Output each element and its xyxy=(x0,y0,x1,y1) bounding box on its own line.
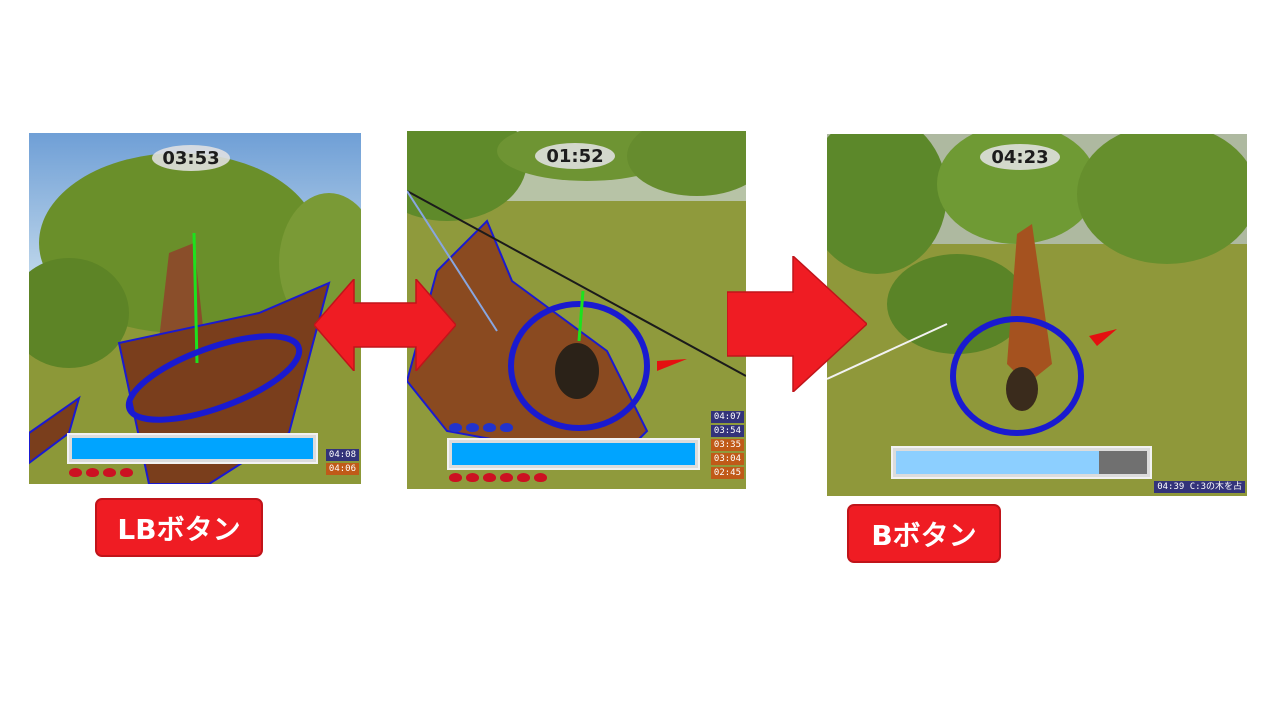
gauge-fill xyxy=(452,443,695,465)
gauge-bar xyxy=(891,446,1152,479)
game-scene-3 xyxy=(827,134,1247,496)
spider-mark-icon xyxy=(500,423,513,432)
spider-mark-icon xyxy=(69,468,82,477)
spider-mark-icon xyxy=(86,468,99,477)
lb-button-label: LBボタン xyxy=(95,498,263,557)
game-scene-1 xyxy=(29,133,361,484)
enemy-marks xyxy=(449,473,547,482)
game-scene-2 xyxy=(407,131,746,489)
ally-marks xyxy=(449,423,513,432)
countdown-timer: 01:52 xyxy=(535,143,615,169)
spider-mark-icon xyxy=(466,473,479,482)
countdown-timer: 04:23 xyxy=(980,144,1060,170)
log-entry: 04:06 xyxy=(325,463,359,475)
spider-mark-icon xyxy=(483,423,496,432)
spider-mark-icon xyxy=(517,473,530,482)
spider-mark-icon xyxy=(120,468,133,477)
log-entry: 03:54 xyxy=(710,425,744,437)
log-entry: 04:07 xyxy=(710,411,744,423)
event-log: 04:07 03:54 03:35 03:04 02:45 xyxy=(710,411,744,479)
spider-mark-icon xyxy=(449,473,462,482)
event-log: 04:08 04:06 xyxy=(325,449,359,475)
spider-mark-icon xyxy=(103,468,116,477)
enemy-marks xyxy=(69,468,133,477)
screenshot-panel-1: 03:53 04:08 04:06 xyxy=(29,133,361,484)
log-entry: 03:35 xyxy=(710,439,744,451)
log-entry: 04:39 C:3の木を占 xyxy=(1154,481,1245,493)
gauge-fill xyxy=(72,438,313,459)
spider-mark-icon xyxy=(483,473,496,482)
spider xyxy=(555,343,599,399)
gauge-empty xyxy=(1099,451,1147,474)
spider-mark-icon xyxy=(500,473,513,482)
log-entry: 03:04 xyxy=(710,453,744,465)
b-button-label: Bボタン xyxy=(847,504,1001,563)
spider-mark-icon xyxy=(534,473,547,482)
gauge-bar xyxy=(67,433,318,464)
log-entry: 04:08 xyxy=(325,449,359,461)
right-arrow-icon xyxy=(727,256,867,392)
countdown-timer: 03:53 xyxy=(152,145,230,171)
spider-mark-icon xyxy=(466,423,479,432)
gauge-fill xyxy=(896,451,1099,474)
log-entry: 02:45 xyxy=(710,467,744,479)
screenshot-panel-2: 01:52 04:07 03:54 03:35 03:04 02:45 xyxy=(407,131,746,489)
double-headed-arrow-icon xyxy=(314,279,456,371)
spider xyxy=(1006,367,1038,411)
event-log: 04:39 C:3の木を占 xyxy=(1154,481,1245,493)
gauge-bar xyxy=(447,438,700,470)
screenshot-panel-3: 04:23 04:39 C:3の木を占 xyxy=(827,134,1247,496)
spider-mark-icon xyxy=(449,423,462,432)
